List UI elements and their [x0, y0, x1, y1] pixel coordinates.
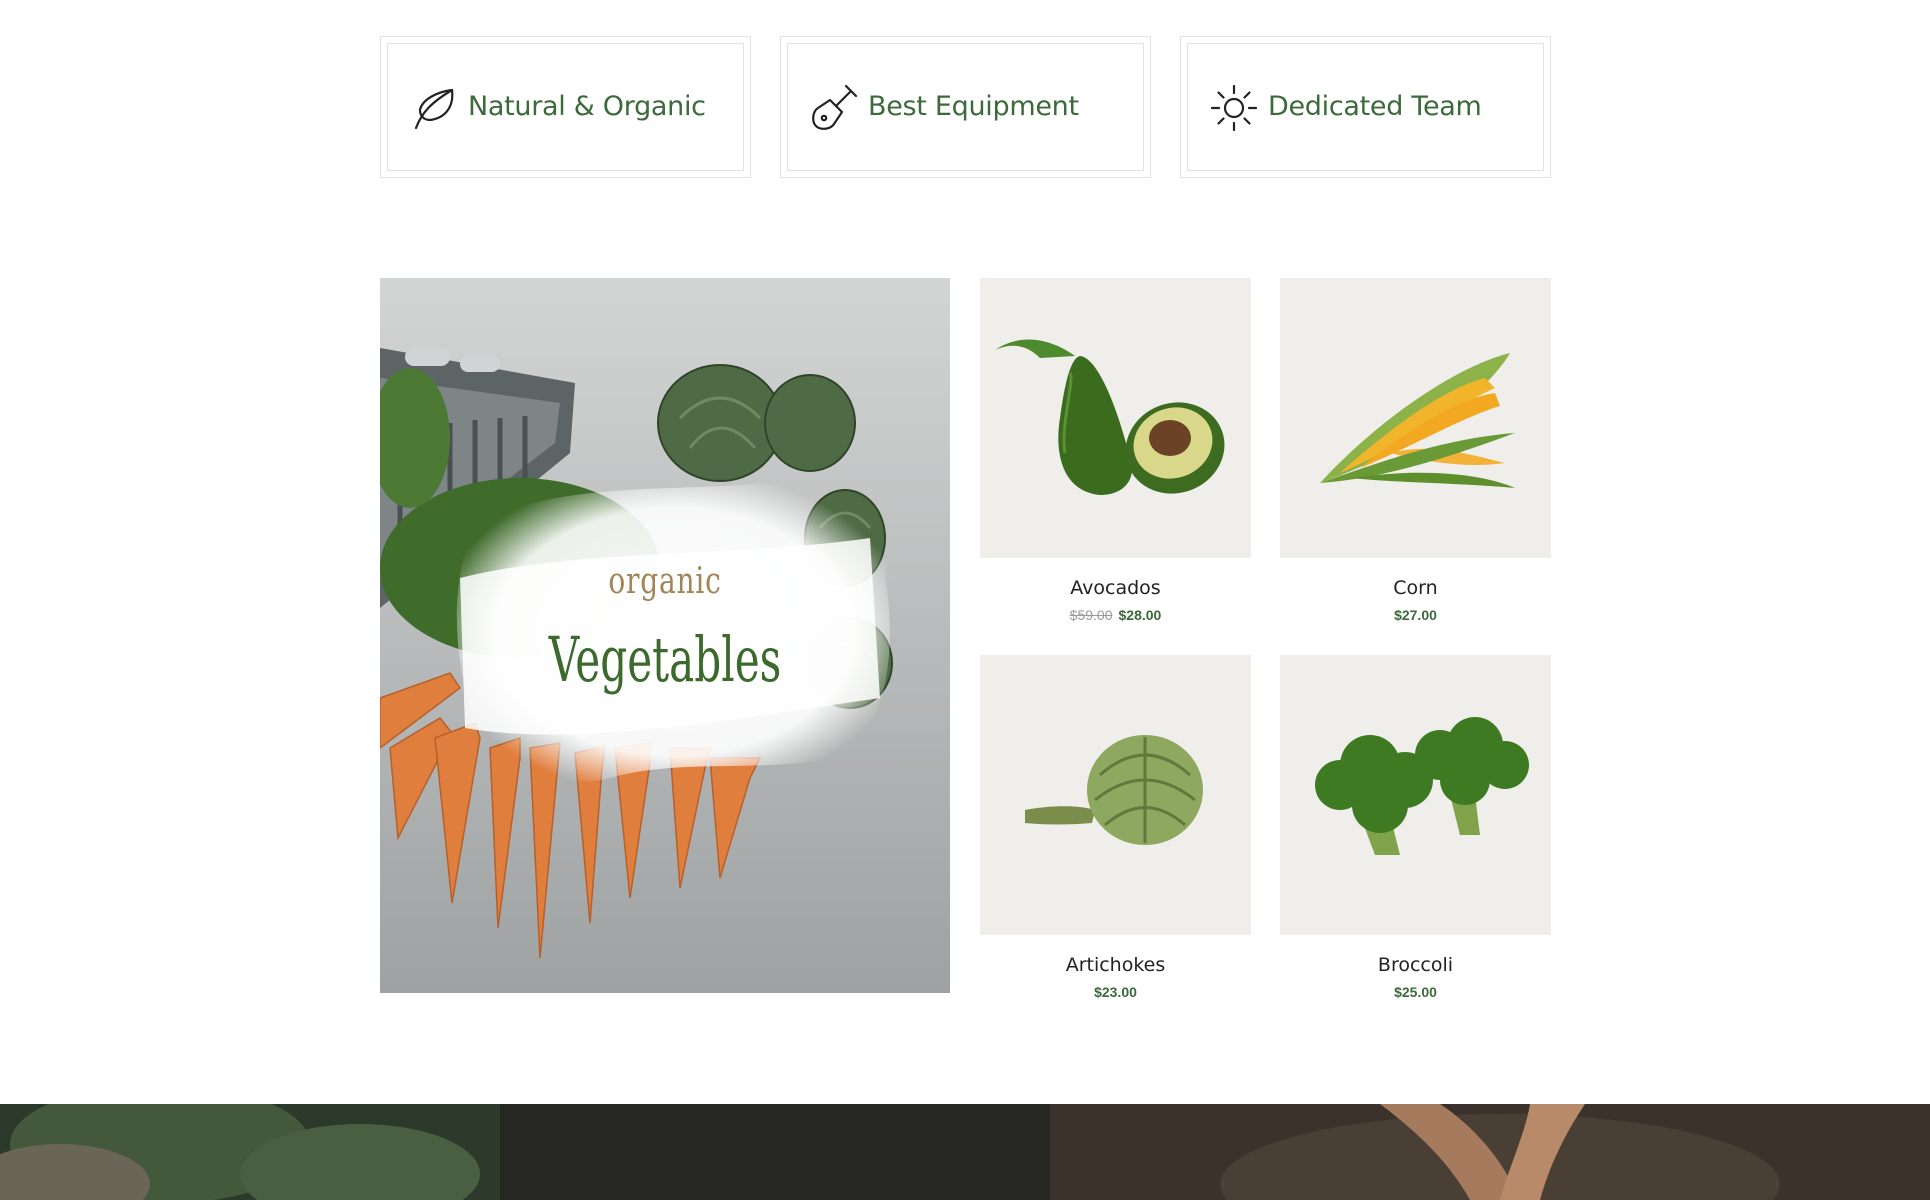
product-price: $25.00	[1394, 984, 1437, 1000]
organic-vegetables-banner[interactable]: organic Vegetables	[380, 278, 950, 993]
feature-best-equipment: Best Equipment	[780, 36, 1151, 178]
product-price: $23.00	[1094, 984, 1137, 1000]
feature-dedicated-team: Dedicated Team	[1180, 36, 1551, 178]
product-card[interactable]: Artichokes $23.00	[980, 655, 1251, 1001]
soil-hero-image	[0, 1104, 1930, 1200]
product-prices: $27.00	[1280, 606, 1551, 624]
product-name[interactable]: Broccoli	[1280, 953, 1551, 977]
feature-natural-organic: Natural & Organic	[380, 36, 751, 178]
shovel-icon	[808, 82, 860, 134]
product-image-avocados[interactable]	[980, 278, 1251, 558]
product-card[interactable]: Avocados $59.00 $28.00	[980, 278, 1251, 624]
banner-subtitle: organic	[608, 561, 722, 602]
product-name[interactable]: Avocados	[980, 576, 1251, 600]
product-card[interactable]: Broccoli $25.00	[1280, 655, 1551, 1001]
banner-title: Vegetables	[548, 623, 782, 696]
features-row: Natural & Organic Best Equipment Dedicat…	[380, 36, 1551, 178]
product-prices: $25.00	[1280, 983, 1551, 1001]
product-name[interactable]: Artichokes	[980, 953, 1251, 977]
product-price: $28.00	[1118, 607, 1162, 623]
feature-label: Natural & Organic	[468, 91, 706, 122]
feature-label: Best Equipment	[868, 91, 1079, 122]
product-image-broccoli[interactable]	[1280, 655, 1551, 935]
leaf-icon	[408, 82, 460, 134]
sun-icon	[1208, 82, 1260, 134]
product-image-artichokes[interactable]	[980, 655, 1251, 935]
product-old-price: $59.00	[1069, 607, 1113, 623]
product-price: $27.00	[1394, 607, 1437, 623]
product-prices: $59.00 $28.00	[980, 606, 1251, 624]
product-name[interactable]: Corn	[1280, 576, 1551, 600]
product-image-corn[interactable]	[1280, 278, 1551, 558]
feature-label: Dedicated Team	[1268, 91, 1482, 122]
product-prices: $23.00	[980, 983, 1251, 1001]
product-card[interactable]: Corn $27.00	[1280, 278, 1551, 624]
